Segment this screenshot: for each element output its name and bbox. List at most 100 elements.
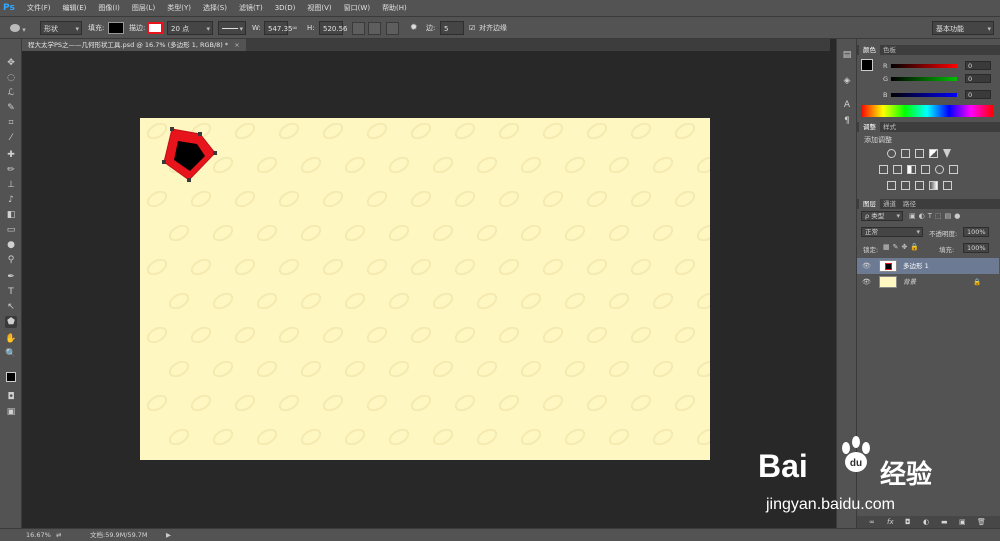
exposure-icon[interactable] bbox=[929, 149, 938, 158]
menu-select[interactable]: 选择(S) bbox=[197, 0, 233, 17]
workspace-select[interactable]: 基本功能 bbox=[932, 21, 994, 36]
tab-channels[interactable]: 通道 bbox=[879, 199, 900, 209]
menu-filter[interactable]: 滤镜(T) bbox=[233, 0, 269, 17]
black-white-icon[interactable] bbox=[907, 165, 916, 174]
color-balance-icon[interactable] bbox=[893, 165, 902, 174]
tab-swatches[interactable]: 色板 bbox=[879, 45, 900, 55]
zoom-tool-icon[interactable]: 🔍 bbox=[5, 348, 17, 360]
opacity-input[interactable]: 100% bbox=[963, 227, 989, 237]
fill-input[interactable]: 100% bbox=[963, 243, 989, 253]
gradient-map-icon[interactable] bbox=[929, 181, 938, 190]
character-panel-icon[interactable]: A bbox=[841, 99, 853, 111]
selective-color-icon[interactable] bbox=[943, 181, 952, 190]
height-input[interactable]: 520.56 bbox=[319, 21, 348, 35]
fill-swatch[interactable] bbox=[108, 22, 124, 34]
visibility-eye-icon[interactable]: 👁 bbox=[862, 274, 871, 290]
type-tool-icon[interactable]: T bbox=[5, 286, 17, 298]
tab-paths[interactable]: 路径 bbox=[899, 199, 920, 209]
anchor-point[interactable] bbox=[213, 151, 217, 155]
new-layer-icon[interactable]: ▣ bbox=[959, 516, 966, 528]
stroke-type-select[interactable] bbox=[218, 21, 246, 36]
blue-value[interactable]: 0 bbox=[965, 90, 991, 99]
tool-preset-picker[interactable]: ▾ bbox=[10, 21, 36, 35]
eraser-tool-icon[interactable]: ◧ bbox=[5, 209, 17, 221]
blur-tool-icon[interactable]: ● bbox=[5, 239, 17, 251]
brush-tool-icon[interactable]: ✏ bbox=[5, 164, 17, 176]
clone-stamp-tool-icon[interactable]: ⊥ bbox=[5, 179, 17, 191]
history-panel-icon[interactable]: ▤ bbox=[841, 49, 853, 61]
menu-window[interactable]: 窗口(W) bbox=[338, 0, 376, 17]
mode-select[interactable]: 形状 bbox=[40, 21, 82, 36]
zoom-level[interactable]: 16.67% bbox=[26, 529, 51, 541]
layer-filter-icons[interactable]: ▣◐T⬚▤● bbox=[909, 211, 995, 221]
move-tool-icon[interactable]: ✥ bbox=[5, 57, 17, 69]
tab-adjustments[interactable]: 调整 bbox=[859, 122, 880, 132]
red-slider[interactable] bbox=[891, 64, 957, 68]
trash-icon[interactable]: 🗑 bbox=[977, 516, 986, 528]
path-selection-tool-icon[interactable]: ↖ bbox=[5, 301, 17, 313]
channel-mixer-icon[interactable] bbox=[935, 165, 944, 174]
screen-mode-icon[interactable]: ▣ bbox=[5, 406, 17, 418]
curves-icon[interactable] bbox=[915, 149, 924, 158]
red-value[interactable]: 0 bbox=[965, 61, 991, 70]
color-lookup-icon[interactable] bbox=[949, 165, 958, 174]
stroke-width-input[interactable]: 20 点 bbox=[167, 21, 213, 36]
pentagon-shape[interactable] bbox=[160, 126, 220, 184]
lasso-tool-icon[interactable]: ℒ bbox=[5, 87, 17, 99]
color-spectrum-bar[interactable] bbox=[861, 105, 993, 117]
threshold-icon[interactable] bbox=[915, 181, 924, 190]
width-input[interactable]: 547.35 bbox=[264, 21, 293, 35]
anchor-point[interactable] bbox=[198, 132, 202, 136]
blend-mode-select[interactable]: 正常 bbox=[861, 227, 923, 237]
path-arrangement-icon[interactable] bbox=[386, 22, 399, 35]
shape-tool-icon[interactable]: ⬟ bbox=[5, 316, 17, 328]
menu-view[interactable]: 视图(V) bbox=[301, 0, 337, 17]
posterize-icon[interactable] bbox=[901, 181, 910, 190]
vibrance-icon[interactable] bbox=[943, 149, 951, 158]
paragraph-panel-icon[interactable]: ¶ bbox=[841, 115, 853, 127]
path-operations-icon[interactable] bbox=[352, 22, 365, 35]
healing-brush-tool-icon[interactable]: ✚ bbox=[5, 149, 17, 161]
align-edges-checkbox[interactable]: ☑ bbox=[469, 21, 475, 35]
green-slider[interactable] bbox=[891, 77, 957, 81]
export-icon[interactable]: ⇄ bbox=[56, 529, 61, 541]
hand-tool-icon[interactable]: ✋ bbox=[5, 333, 17, 345]
quick-mask-icon[interactable]: ◘ bbox=[5, 391, 17, 403]
properties-panel-icon[interactable]: ◈ bbox=[841, 75, 853, 87]
marquee-tool-icon[interactable]: ◌ bbox=[5, 72, 17, 84]
sides-input[interactable]: 5 bbox=[440, 21, 464, 35]
menu-image[interactable]: 图像(I) bbox=[92, 0, 126, 17]
quick-select-tool-icon[interactable]: ✎ bbox=[5, 102, 17, 114]
menu-layer[interactable]: 图层(L) bbox=[126, 0, 161, 17]
layer-row-selected[interactable]: 👁 多边形 1 bbox=[857, 258, 999, 274]
history-brush-tool-icon[interactable]: ♪ bbox=[5, 194, 17, 206]
pen-tool-icon[interactable]: ✒ bbox=[5, 271, 17, 283]
anchor-point[interactable] bbox=[187, 178, 191, 182]
document-tab[interactable]: 程大太学PS之——几何形状工具.psd @ 16.7% (多边形 1, RGB/… bbox=[22, 39, 246, 51]
menu-file[interactable]: 文件(F) bbox=[21, 0, 57, 17]
tab-styles[interactable]: 样式 bbox=[879, 122, 900, 132]
menu-help[interactable]: 帮助(H) bbox=[376, 0, 413, 17]
tab-layers[interactable]: 图层 bbox=[859, 199, 880, 209]
photo-filter-icon[interactable] bbox=[921, 165, 930, 174]
brightness-icon[interactable] bbox=[887, 149, 896, 158]
menu-edit[interactable]: 编辑(E) bbox=[57, 0, 93, 17]
layer-filter-select[interactable]: ρ 类型 bbox=[861, 211, 903, 221]
menu-3d[interactable]: 3D(D) bbox=[269, 0, 302, 17]
canvas-area[interactable] bbox=[22, 51, 830, 528]
green-value[interactable]: 0 bbox=[965, 74, 991, 83]
dodge-tool-icon[interactable]: ⚲ bbox=[5, 254, 17, 266]
menu-type[interactable]: 类型(Y) bbox=[161, 0, 197, 17]
lock-icons[interactable]: ▦✎✥🔒 bbox=[883, 243, 922, 251]
blue-slider[interactable] bbox=[891, 93, 957, 97]
status-menu-arrow[interactable]: ▶ bbox=[166, 529, 171, 541]
crop-tool-icon[interactable]: ⌗ bbox=[5, 117, 17, 129]
close-icon[interactable]: × bbox=[234, 41, 239, 49]
anchor-point[interactable] bbox=[170, 127, 174, 131]
levels-icon[interactable] bbox=[901, 149, 910, 158]
tab-color[interactable]: 颜色 bbox=[859, 45, 880, 55]
hue-saturation-icon[interactable] bbox=[879, 165, 888, 174]
document-canvas[interactable] bbox=[140, 118, 710, 460]
eyedropper-tool-icon[interactable]: ⁄ bbox=[5, 132, 17, 144]
gear-icon[interactable]: ✹ bbox=[410, 21, 418, 35]
